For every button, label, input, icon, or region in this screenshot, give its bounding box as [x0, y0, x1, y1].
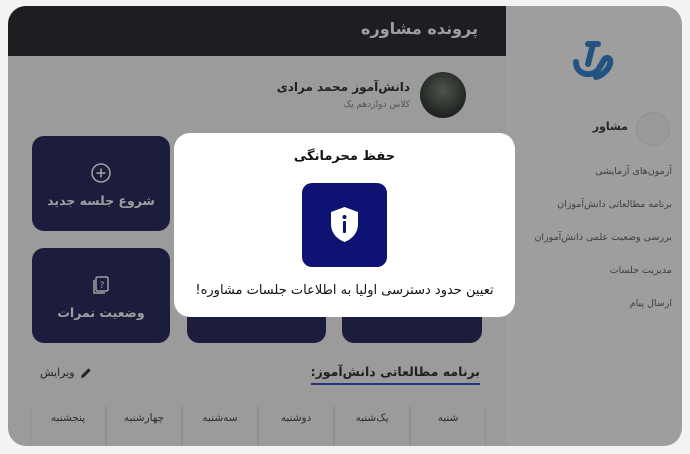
- modal-message: تعیین حدود دسترسی اولیا به اطلاعات جلسات…: [195, 283, 494, 298]
- privacy-modal: حفظ محرمانگی تعیین حدود دسترسی اولیا به …: [174, 133, 515, 317]
- modal-icon-box: [302, 183, 387, 267]
- shield-info-icon: [331, 207, 358, 242]
- modal-title: حفظ محرمانگی: [293, 149, 396, 164]
